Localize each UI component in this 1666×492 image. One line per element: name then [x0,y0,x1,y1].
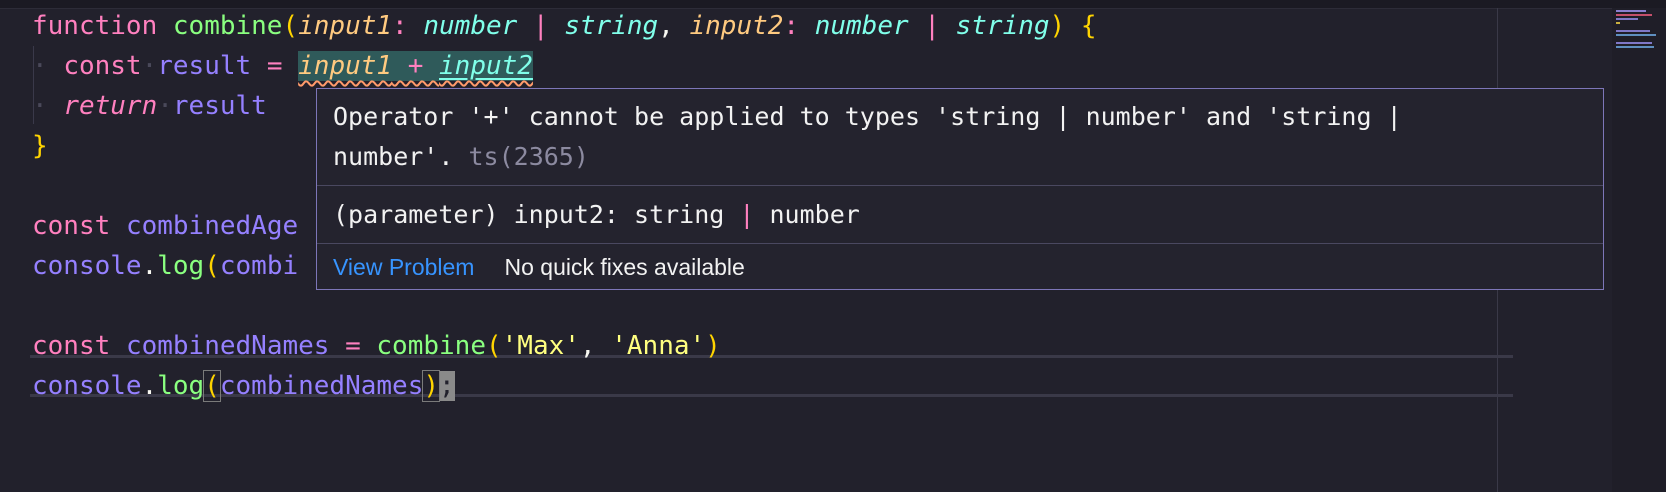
string-max: 'Max' [501,331,580,361]
keyword-const: const [32,211,111,241]
operand-input1: input1 [298,51,393,81]
brace-open: { [1080,11,1097,41]
keyword-function: function [32,11,158,41]
type-string: string [564,11,659,41]
comma: , [579,331,612,361]
error-message-line2: number'. [333,142,454,171]
error-message: Operator '+' cannot be applied to types … [333,97,1573,177]
keyword-const: const [32,331,111,361]
type-number: number [423,11,518,41]
minimap-line [1616,14,1652,16]
signature-suffix: number [769,200,860,229]
code-line-9[interactable]: const combinedNames = combine('Max', 'An… [32,326,721,366]
code-line-10[interactable]: console.log(combinedNames); [32,366,455,406]
whitespace-dot: · [32,91,48,121]
code-line-1[interactable]: function combine(input1: number | string… [32,6,1097,46]
method-log: log [157,251,205,281]
equals: = [329,331,377,361]
dot: . [141,371,158,401]
error-code: ts(2365) [468,142,589,171]
signature-prefix: (parameter) input2: string [333,200,725,229]
function-call-combine: combine [376,331,486,361]
minimap-line [1616,34,1656,36]
union-pipe: | [517,11,565,41]
code-line-3[interactable]: · return·result [32,86,267,126]
equals: = [251,51,299,81]
method-log: log [157,371,205,401]
code-line-7[interactable]: console.log(combi [32,246,298,286]
union-pipe: | [908,11,956,41]
whitespace-dot: · [32,51,48,81]
paren-close: ) [1049,11,1066,41]
divider [317,243,1603,244]
variable-combinedAge: combinedAge [125,211,299,241]
minimap-line [1616,30,1650,32]
paren-open: ( [282,11,299,41]
minimap-line [1616,18,1638,20]
string-anna: 'Anna' [611,331,706,361]
operand-input2[interactable]: input2 [439,51,533,81]
paren-open-matched: ( [203,370,221,402]
minimap-line [1616,22,1620,24]
type-number: number [814,11,909,41]
error-expression[interactable]: input1 + input2 [298,51,533,81]
paren-close-matched: ) [422,370,440,402]
signature-pipe: | [724,200,770,229]
dot: . [141,251,158,281]
comma: , [658,11,690,41]
variable-combinedNames: combinedNames [125,331,330,361]
colon: : [392,11,424,41]
view-problem-link[interactable]: View Problem [333,254,474,280]
keyword-return: return [63,91,158,121]
function-name: combine [172,11,283,41]
code-line-6[interactable]: const combinedAge [32,206,298,246]
plus-operator: + [392,51,440,81]
hover-actions: View Problem No quick fixes available [333,245,745,289]
variable-result: result [157,51,252,81]
no-quick-fixes-label: No quick fixes available [504,254,745,280]
minimap[interactable] [1612,8,1666,492]
code-line-4[interactable]: } [32,126,48,166]
param-input2: input2 [689,11,784,41]
paren-open: ( [204,251,220,281]
minimap-line [1616,46,1654,48]
object-console: console [32,251,142,281]
parameter-signature: (parameter) input2: string | number [333,195,860,235]
colon: : [783,11,815,41]
minimap-line [1616,42,1652,44]
keyword-const: const [63,51,142,81]
variable-result: result [172,91,267,121]
param-input1: input1 [298,11,393,41]
type-string: string [955,11,1050,41]
argument: combi [219,251,299,281]
divider [317,185,1603,186]
error-message-line1: Operator '+' cannot be applied to types … [333,102,1402,131]
argument-combinedNames: combinedNames [219,371,424,401]
minimap-line [1616,10,1646,12]
code-line-2[interactable]: · const·result = input1 + input2 [32,46,533,86]
paren-open: ( [485,331,502,361]
error-hover-popup: Operator '+' cannot be applied to types … [316,88,1604,290]
brace-close: } [32,131,48,161]
paren-close: ) [705,331,721,361]
cursor-semicolon: ; [439,371,455,401]
object-console: console [32,371,142,401]
